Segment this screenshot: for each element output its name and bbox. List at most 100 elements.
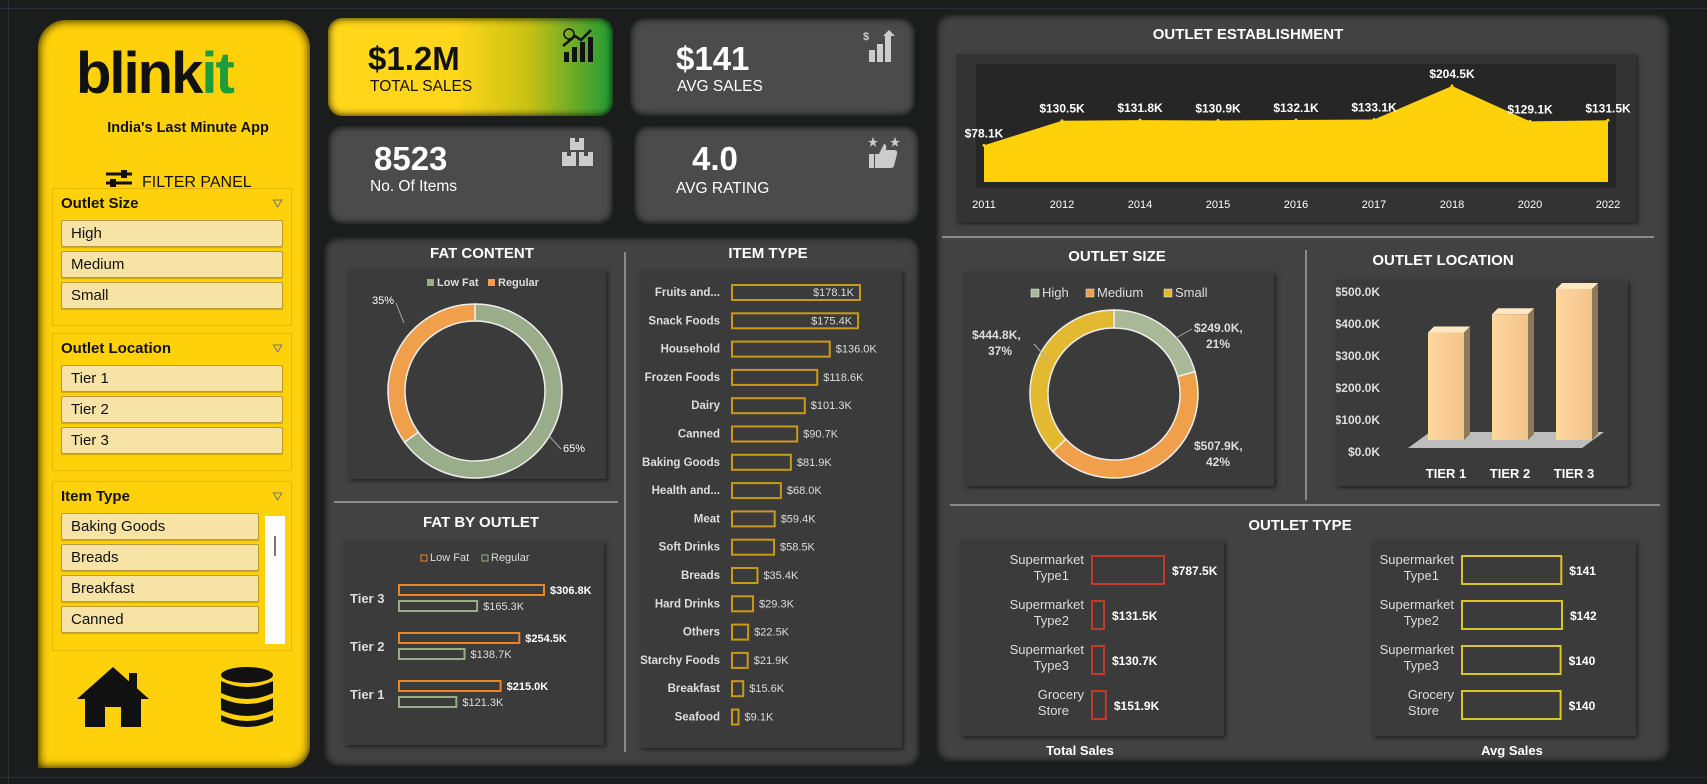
x-tick-label: TIER 3 [1554,466,1594,481]
data-label: $254.5K [525,633,567,645]
fat-content-title: FAT CONTENT [430,245,534,262]
category-label: Seafood [675,712,720,724]
bar [731,425,799,443]
slicer-item[interactable]: Medium [61,251,283,278]
data-label: $444.8K, [972,328,1021,342]
data-label: $118.6K [823,372,864,384]
data-label: $131.5K [1585,101,1631,115]
data-label: $129.1K [1507,102,1553,116]
category-label: Tier 2 [350,639,384,654]
data-label: $140 [1569,654,1596,668]
data-label: $58.5K [780,542,816,554]
logo: blinkit [76,41,235,106]
right-divider-v [1305,250,1307,500]
bar-side [1464,326,1470,440]
clear-filter-icon[interactable]: ⛛ [272,196,283,212]
category-label: Fruits and... [655,287,720,299]
bar [1492,314,1528,440]
y-tick-label: $400.0K [1336,317,1380,331]
bar [731,651,749,669]
total-sales-axis-label: Total Sales [1046,743,1114,758]
legend-label: Small [1175,285,1208,300]
data-label: $15.6K [749,683,785,695]
clear-filter-icon[interactable]: ⛛ [272,489,283,505]
data-label: $151.9K [1114,699,1160,713]
bar [1556,288,1592,440]
home-icon[interactable] [75,665,151,729]
x-tick-label: 2015 [1206,199,1230,211]
donut-slice [387,303,476,444]
outlet-establishment-chart-area: $78.1K 2011 $130.5K 2012 $131.8K 2014 $130.9K 2… [956,54,1636,222]
category-label: Tier 3 [350,591,384,606]
slicer-item[interactable]: High [61,220,283,247]
clear-filter-icon[interactable]: ⛛ [272,341,283,357]
slicer-item[interactable]: Tier 1 [61,365,283,392]
middle-divider-h [334,501,618,503]
data-label: $142 [1570,609,1597,623]
x-tick-label: 2012 [1050,199,1074,211]
category-label: Starchy Foods [640,655,720,667]
fat-content-chart: Low Fat Regular 65% 35% [372,277,585,479]
slicer-item[interactable]: Tier 2 [61,396,283,423]
frame-line-top [0,8,1707,9]
outlet-type-total-chart: SupermarketType1 $787.5KSupermarketType2 $… [1010,552,1218,720]
outlet-size-chart-area: High Medium Small $249.0K, 21% $507.9K, 42% $44… [964,272,1274,486]
slicer-item[interactable]: Small [61,282,283,309]
y-tick-label: $0.0K [1348,445,1380,459]
bar [731,510,776,528]
slicer-item[interactable]: Breakfast [61,575,259,602]
legend-label: Medium [1097,285,1143,300]
data-label: $78.1K [965,126,1004,140]
slicer-item[interactable]: Tier 3 [61,427,283,454]
legend-swatch [427,279,434,286]
slicer-scrollbar[interactable] [265,516,285,644]
slicer-item[interactable]: Baking Goods [61,513,259,540]
item-type-title: ITEM TYPE [728,245,808,262]
data-label: $29.3K [759,598,795,610]
x-tick-label: 2014 [1128,199,1152,211]
legend-label: High [1042,285,1069,300]
kpi-avg-rating: 4.0 AVG RATING [634,126,919,224]
bar [1461,600,1563,630]
data-label: $787.5K [1172,564,1218,578]
data-label: $215.0K [507,681,549,693]
data-label: $22.5K [754,627,790,639]
data-label: $306.8K [550,585,592,597]
bar [1091,555,1165,585]
tagline: India's Last Minute App [107,120,269,136]
outlet-location-title: OUTLET LOCATION [1372,252,1514,269]
kpi-value: $1.2M [368,40,460,77]
outlet-size-chart: High Medium Small $249.0K, 21% $507.9K, 42% $44… [972,285,1243,479]
slicer-item[interactable]: Breads [61,544,259,571]
middle-divider-v [624,252,626,752]
x-tick-label: 2020 [1518,199,1542,211]
database-icon[interactable] [219,665,275,729]
data-label: $9.1K [745,712,774,724]
data-label: $35.4K [763,570,799,582]
slicer-title: Item Type [61,488,130,505]
category-label: Health and... [652,485,720,497]
data-label: $130.5K [1039,102,1085,116]
fat-by-outlet-title: FAT BY OUTLET [422,514,540,531]
category-label: Hard Drinks [655,598,720,610]
category-label: Supermarket [1380,642,1455,657]
bar-top [1556,282,1598,289]
category-label: Tier 1 [350,687,384,702]
slicer-item[interactable]: Canned [61,606,259,633]
outlet-type-avg-chart: SupermarketType1 $141SupermarketType2 $142… [1380,552,1597,720]
bar-top [1492,308,1534,315]
bar [1461,555,1563,585]
outlet-establishment-title: OUTLET ESTABLISHMENT [1152,26,1344,43]
outlet-location-chart-area: $0.0K $100.0K $200.0K $300.0K $400.0K $500.0K… [1335,280,1628,486]
right-divider-top [942,236,1654,238]
data-point [1372,118,1376,122]
data-point [1060,119,1064,123]
data-label: $178.1K [813,287,855,299]
y-tick-label: $100.0K [1336,413,1380,427]
outlet-type-title: OUTLET TYPE [1248,517,1352,534]
data-label: $507.9K, [1194,439,1243,453]
bar-top [1428,326,1470,333]
kpi-avg-sales: $141 AVG SALES $ [630,18,915,116]
kpi-value: 4.0 [692,140,738,177]
legend-label: Low Fat [437,277,479,289]
